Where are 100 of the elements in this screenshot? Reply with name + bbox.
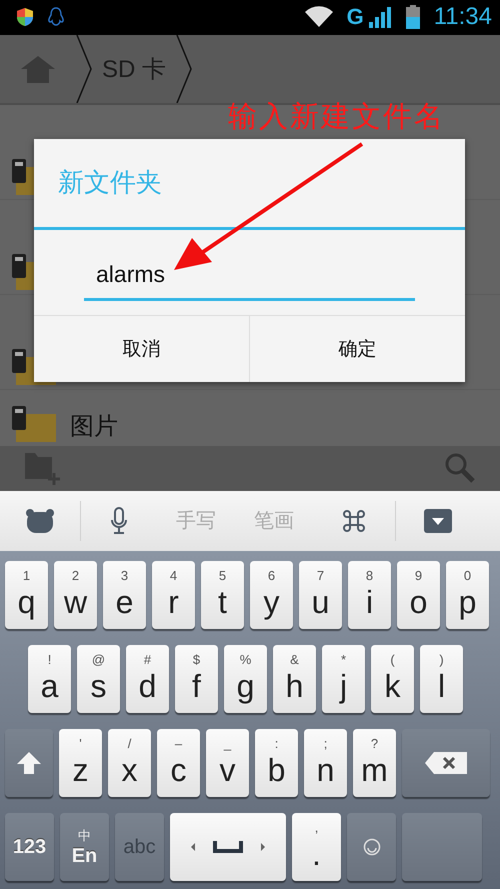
shield-icon [16, 7, 34, 28]
letter-key[interactable]: ' z [59, 729, 102, 797]
clock-time: 11:34 [434, 3, 492, 32]
key-label: e [116, 583, 134, 621]
microphone-icon[interactable] [110, 506, 128, 535]
key-hint: ' [79, 737, 82, 751]
command-icon[interactable] [342, 508, 366, 533]
key-label: x [122, 751, 138, 789]
bear-logo-icon[interactable] [25, 508, 55, 534]
key-hint: @ [92, 653, 106, 667]
dialog-button[interactable]: 确定 [249, 316, 465, 382]
letter-key[interactable]: 8 i [348, 561, 391, 629]
key-label: f [192, 667, 201, 705]
letter-key[interactable]: – c [157, 729, 200, 797]
network-type: G [346, 4, 364, 30]
key-label: j [340, 667, 348, 705]
key-hint: * [340, 653, 346, 667]
key-label: s [90, 667, 106, 705]
letter-key[interactable]: & h [273, 645, 316, 713]
key-label: v [220, 751, 236, 789]
key-hint: : [274, 737, 278, 751]
dialog-button[interactable]: 取消 [34, 316, 249, 382]
key-hint: & [290, 653, 299, 667]
key-hint: 8 [366, 569, 374, 583]
key-label: h [286, 667, 304, 705]
letter-key[interactable]: ( k [371, 645, 414, 713]
letter-key[interactable]: 2 w [54, 561, 97, 629]
letter-key[interactable]: % g [224, 645, 267, 713]
key-hint: 3 [120, 569, 128, 583]
letter-key[interactable]: 7 u [299, 561, 342, 629]
punctuation-key[interactable]: , . [292, 813, 341, 881]
letter-key[interactable]: ! a [28, 645, 71, 713]
key-hint: 9 [414, 569, 422, 583]
letter-key[interactable]: @ s [77, 645, 120, 713]
key-hint: 2 [72, 569, 80, 583]
letter-key[interactable]: ) l [420, 645, 463, 713]
key-label: b [268, 751, 286, 789]
letter-key[interactable]: # d [126, 645, 169, 713]
letter-key[interactable]: 0 p [446, 561, 489, 629]
key-label: y [264, 583, 280, 621]
signal-icon [368, 6, 392, 28]
key-label: t [218, 583, 227, 621]
letter-key[interactable]: 1 q [5, 561, 48, 629]
letter-key[interactable]: ; n [304, 729, 347, 797]
language-key[interactable]: 中 En [60, 813, 109, 881]
letter-key[interactable]: $ f [175, 645, 218, 713]
breadcrumb-separator-icon [76, 34, 92, 103]
letter-key[interactable]: _ v [206, 729, 249, 797]
letter-key[interactable]: * j [322, 645, 365, 713]
backspace-key[interactable] [402, 729, 490, 797]
key-hint: 6 [268, 569, 276, 583]
letter-key[interactable]: ? m [353, 729, 396, 797]
letter-key[interactable]: 4 r [152, 561, 195, 629]
key-hint: % [240, 653, 252, 667]
key-hint: 0 [464, 569, 472, 583]
key-label: u [312, 583, 330, 621]
key-label: p [458, 583, 476, 621]
key-hint: ( [390, 653, 395, 667]
letter-key[interactable]: / x [108, 729, 151, 797]
key-hint: _ [224, 737, 232, 751]
key-label: k [384, 667, 400, 705]
key-hint: / [128, 737, 132, 751]
wifi-icon [304, 6, 333, 28]
key-hint: 4 [170, 569, 178, 583]
breadcrumb-separator-icon [176, 34, 192, 103]
letter-key[interactable]: 9 o [397, 561, 440, 629]
key-label: g [236, 667, 254, 705]
folder-icon [12, 406, 56, 442]
letter-key[interactable]: 5 t [201, 561, 244, 629]
key-label: z [72, 751, 88, 789]
key-hint: ; [324, 737, 328, 751]
key-label: i [366, 583, 374, 621]
key-hint: 中 [78, 828, 91, 844]
up-arrow-icon [16, 751, 42, 775]
key-label: . [312, 835, 321, 873]
house-icon [19, 54, 57, 84]
space-key[interactable] [170, 813, 286, 881]
key-hint: 1 [22, 569, 30, 583]
annotation-text: 输入新建文件名 [228, 98, 445, 135]
key-label: m [361, 751, 388, 789]
letter-key[interactable]: : b [255, 729, 298, 797]
dialog-title: 新文件夹 [34, 138, 465, 230]
smiley-icon [362, 838, 380, 856]
emoji-key[interactable] [347, 813, 396, 881]
penguin-icon [48, 7, 64, 28]
collapse-keyboard-icon[interactable] [424, 508, 452, 533]
shift-key[interactable] [5, 729, 53, 797]
key-hint: ? [370, 737, 378, 751]
backspace-icon [424, 751, 468, 775]
letter-key[interactable]: 3 e [103, 561, 146, 629]
key-hint: $ [192, 653, 200, 667]
key-hint: – [174, 737, 182, 751]
key-label: c [170, 751, 186, 789]
mode-key[interactable]: 123 [5, 813, 54, 881]
key-label: d [138, 667, 156, 705]
key-label: En [72, 844, 98, 868]
folder-name: 图片 [70, 410, 118, 442]
key-hint: 5 [218, 569, 226, 583]
letter-key[interactable]: 6 y [250, 561, 293, 629]
key-label: a [40, 667, 58, 705]
